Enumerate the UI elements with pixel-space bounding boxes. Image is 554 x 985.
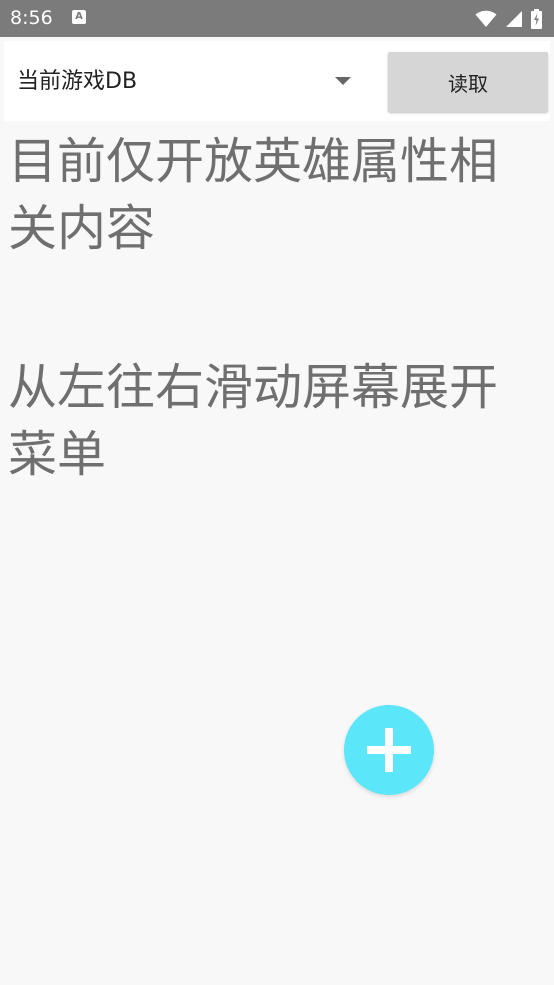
- add-fab-button[interactable]: [344, 705, 434, 795]
- dropdown-arrow-icon: [335, 77, 351, 85]
- notification-app-icon: A: [72, 10, 86, 24]
- signal-icon: [506, 11, 522, 27]
- instructions: 目前仅开放英雄属性相关内容 从左往右滑动屏幕展开菜单: [8, 128, 538, 488]
- plus-icon: [367, 728, 411, 772]
- wifi-icon: [475, 10, 497, 27]
- game-db-spinner[interactable]: 当前游戏DB: [4, 44, 376, 120]
- status-bar: 8:56 A: [0, 0, 554, 37]
- swipe-hint-paragraph: 从左往右滑动屏幕展开菜单: [8, 359, 499, 483]
- read-button[interactable]: 读取: [388, 52, 548, 112]
- info-paragraph: 目前仅开放英雄属性相关内容: [8, 133, 499, 257]
- battery-icon: [531, 9, 542, 29]
- status-icons: [475, 8, 542, 30]
- spinner-selected-value: 当前游戏DB: [17, 69, 138, 94]
- notification-app-icon-letter: A: [75, 11, 83, 22]
- status-time: 8:56: [10, 7, 53, 29]
